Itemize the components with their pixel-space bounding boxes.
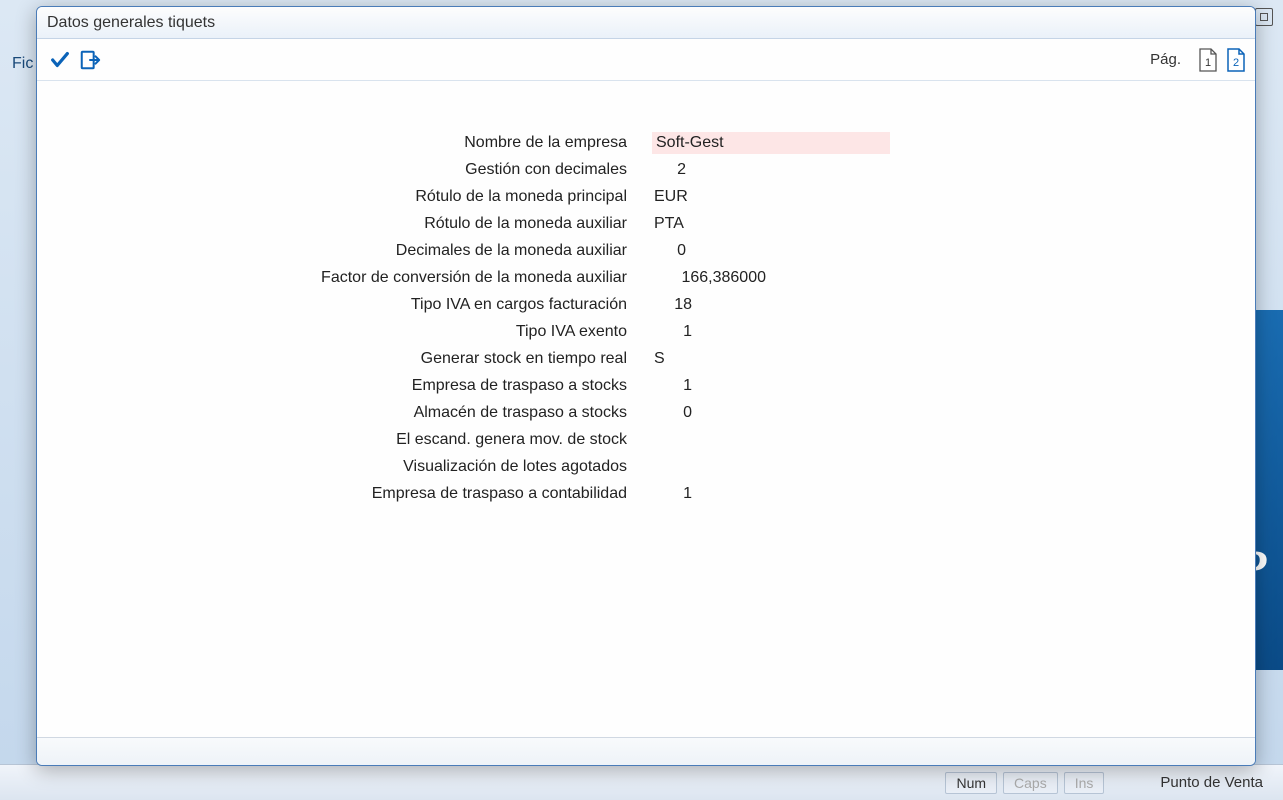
menu-item-fichero[interactable]: Fic (12, 55, 33, 73)
row-lotes-agotados: Visualización de lotes agotados (37, 453, 1255, 480)
status-num: Num (945, 772, 997, 794)
value-tipo-iva-cargos[interactable]: 18 (652, 294, 698, 316)
value-tipo-iva-exento[interactable]: 1 (652, 321, 698, 343)
svg-text:1: 1 (1205, 57, 1211, 69)
row-gestion-decimales: Gestión con decimales 2 (37, 156, 1255, 183)
label-decimales-auxiliar: Decimales de la moneda auxiliar (37, 242, 652, 260)
status-ins: Ins (1064, 772, 1105, 794)
row-decimales-auxiliar: Decimales de la moneda auxiliar 0 (37, 237, 1255, 264)
label-tipo-iva-cargos: Tipo IVA en cargos facturación (37, 296, 652, 314)
row-almacen-traspaso-stocks: Almacén de traspaso a stocks 0 (37, 399, 1255, 426)
page-icon: 2 (1225, 47, 1247, 73)
row-rotulo-auxiliar: Rótulo de la moneda auxiliar PTA (37, 210, 1255, 237)
value-stock-tiempo-real[interactable]: S (652, 348, 682, 370)
value-decimales-auxiliar[interactable]: 0 (652, 240, 692, 262)
label-almacen-traspaso-stocks: Almacén de traspaso a stocks (37, 404, 652, 422)
row-rotulo-principal: Rótulo de la moneda principal EUR (37, 183, 1255, 210)
value-rotulo-auxiliar[interactable]: PTA (652, 213, 712, 235)
label-nombre-empresa: Nombre de la empresa (37, 134, 652, 152)
status-module: Punto de Venta (1160, 774, 1263, 791)
page-2-button[interactable]: 2 (1225, 47, 1247, 73)
dialog-datos-generales: Datos generales tiquets Pág. 1 (36, 6, 1256, 766)
label-factor-conversion: Factor de conversión de la moneda auxili… (37, 269, 652, 287)
row-stock-tiempo-real: Generar stock en tiempo real S (37, 345, 1255, 372)
dialog-body: Nombre de la empresa Soft-Gest Gestión c… (37, 81, 1255, 737)
page-icon: 1 (1197, 47, 1219, 73)
label-rotulo-principal: Rótulo de la moneda principal (37, 188, 652, 206)
label-stock-tiempo-real: Generar stock en tiempo real (37, 350, 652, 368)
value-lotes-agotados[interactable] (652, 456, 682, 478)
row-empresa-traspaso-contabilidad: Empresa de traspaso a contabilidad 1 (37, 480, 1255, 507)
value-rotulo-principal[interactable]: EUR (652, 186, 712, 208)
page-label: Pág. (1150, 51, 1181, 68)
accept-button[interactable] (45, 45, 75, 75)
row-escand-genera-mov: El escand. genera mov. de stock (37, 426, 1255, 453)
restore-icon[interactable] (1255, 8, 1273, 26)
label-gestion-decimales: Gestión con decimales (37, 161, 652, 179)
value-almacen-traspaso-stocks[interactable]: 0 (652, 402, 698, 424)
svg-text:2: 2 (1233, 57, 1239, 69)
dialog-titlebar[interactable]: Datos generales tiquets (37, 7, 1255, 39)
label-empresa-traspaso-contabilidad: Empresa de traspaso a contabilidad (37, 485, 652, 503)
row-nombre-empresa: Nombre de la empresa Soft-Gest (37, 129, 1255, 156)
value-empresa-traspaso-contabilidad[interactable]: 1 (652, 483, 698, 505)
label-escand-genera-mov: El escand. genera mov. de stock (37, 431, 652, 449)
page-1-button[interactable]: 1 (1197, 47, 1219, 73)
label-empresa-traspaso-stocks: Empresa de traspaso a stocks (37, 377, 652, 395)
value-nombre-empresa[interactable]: Soft-Gest (652, 132, 890, 154)
dialog-title: Datos generales tiquets (47, 14, 215, 32)
row-tipo-iva-cargos: Tipo IVA en cargos facturación 18 (37, 291, 1255, 318)
status-bar: Num Caps Ins Punto de Venta (0, 764, 1283, 800)
label-lotes-agotados: Visualización de lotes agotados (37, 458, 652, 476)
dialog-toolbar: Pág. 1 2 (37, 39, 1255, 81)
status-caps: Caps (1003, 772, 1058, 794)
dialog-footer (37, 737, 1255, 765)
exit-icon (79, 49, 101, 71)
label-tipo-iva-exento: Tipo IVA exento (37, 323, 652, 341)
label-rotulo-auxiliar: Rótulo de la moneda auxiliar (37, 215, 652, 233)
row-empresa-traspaso-stocks: Empresa de traspaso a stocks 1 (37, 372, 1255, 399)
value-escand-genera-mov[interactable] (652, 429, 682, 451)
exit-button[interactable] (75, 45, 105, 75)
value-gestion-decimales[interactable]: 2 (652, 159, 692, 181)
value-empresa-traspaso-stocks[interactable]: 1 (652, 375, 698, 397)
check-icon (49, 49, 71, 71)
row-factor-conversion: Factor de conversión de la moneda auxili… (37, 264, 1255, 291)
row-tipo-iva-exento: Tipo IVA exento 1 (37, 318, 1255, 345)
value-factor-conversion[interactable]: 166,386000 (652, 267, 772, 289)
